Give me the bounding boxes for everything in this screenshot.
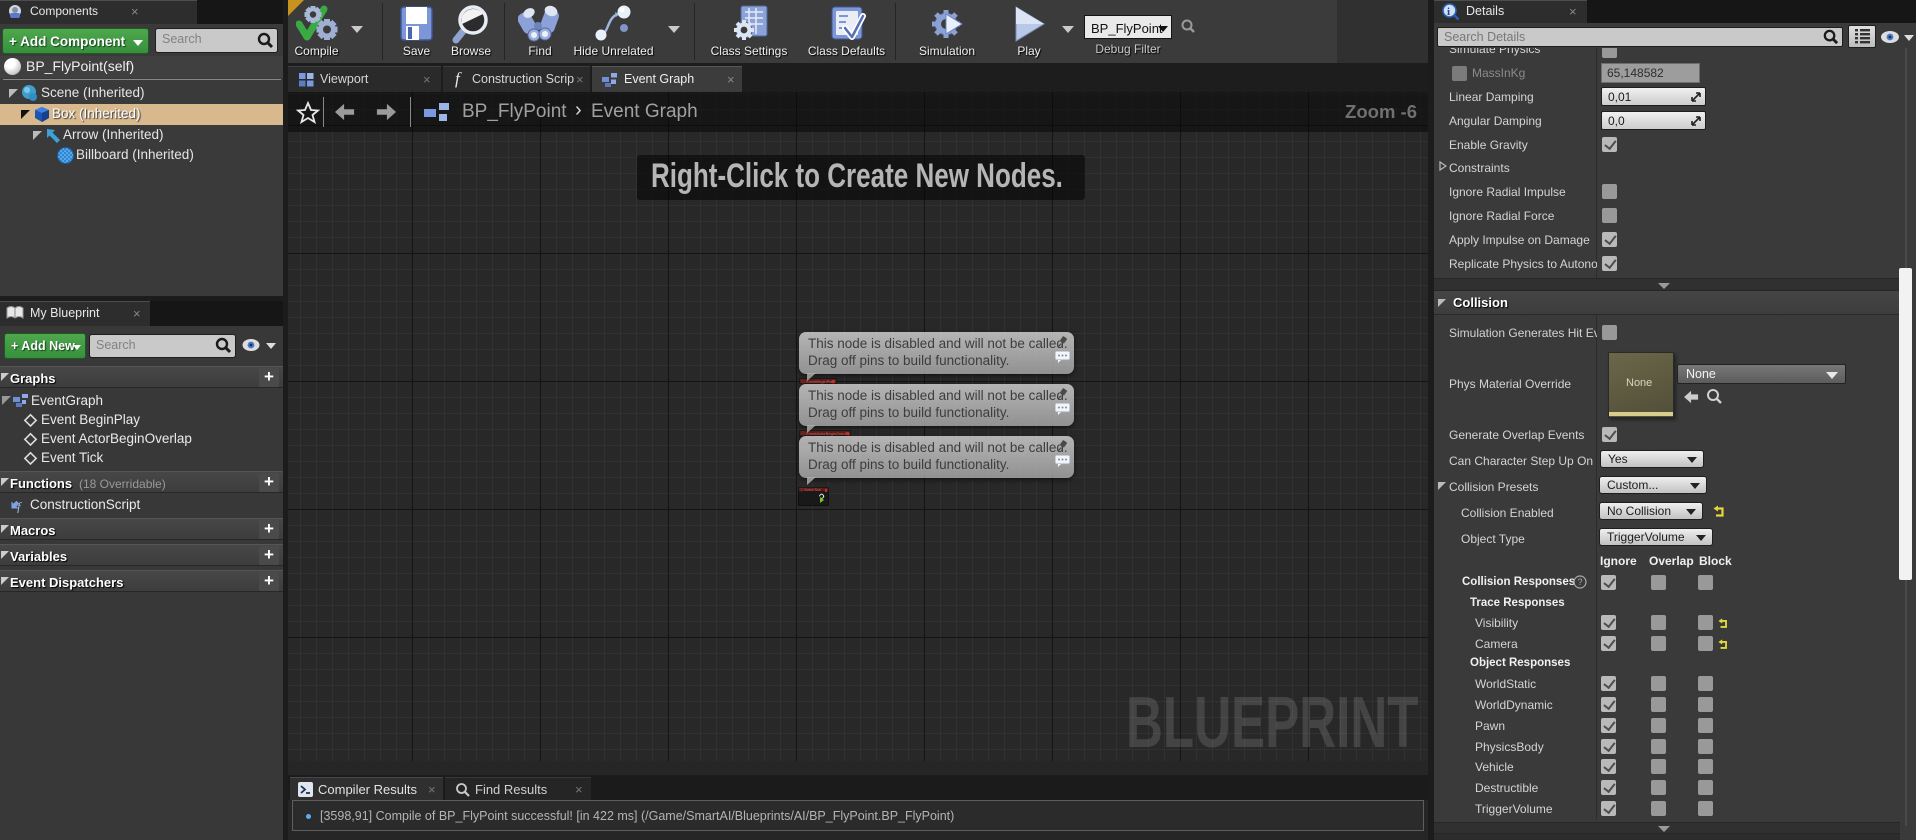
svg-text:?: ?	[1578, 577, 1583, 587]
svg-text:i: i	[1447, 6, 1450, 18]
svg-text:f: f	[17, 499, 23, 513]
